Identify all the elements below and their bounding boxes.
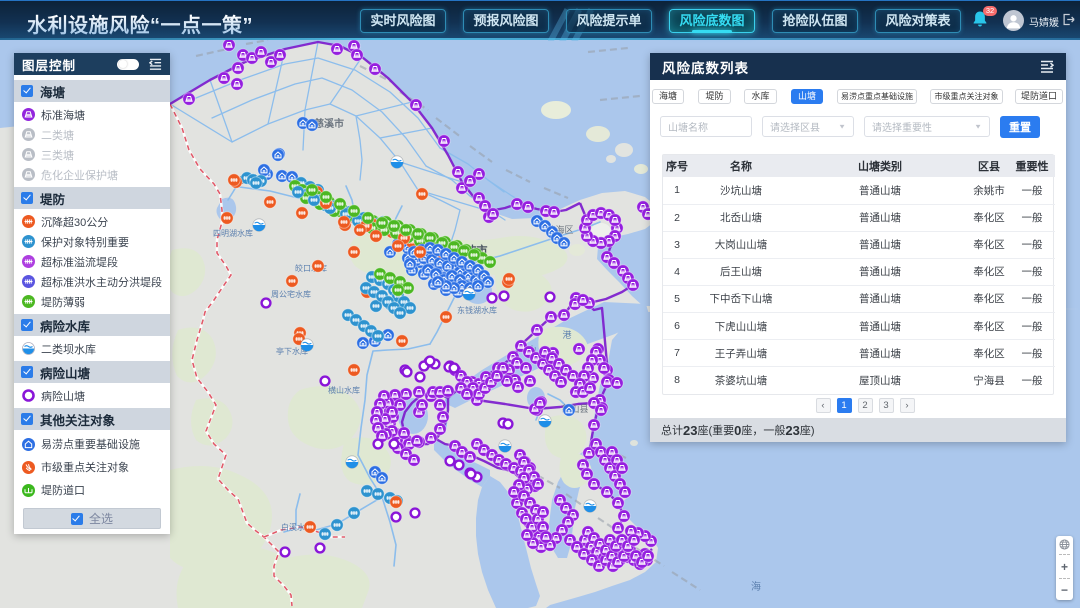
- svg-text:港: 港: [562, 329, 571, 340]
- svg-text:横山水库: 横山水库: [328, 385, 360, 395]
- svg-text:东钱湖水库: 东钱湖水库: [457, 305, 497, 315]
- svg-text:海: 海: [751, 580, 761, 593]
- svg-text:四明湖水库: 四明湖水库: [213, 228, 253, 238]
- svg-text:慈溪市: 慈溪市: [314, 117, 344, 130]
- svg-text:周公宅水库: 周公宅水库: [271, 289, 311, 299]
